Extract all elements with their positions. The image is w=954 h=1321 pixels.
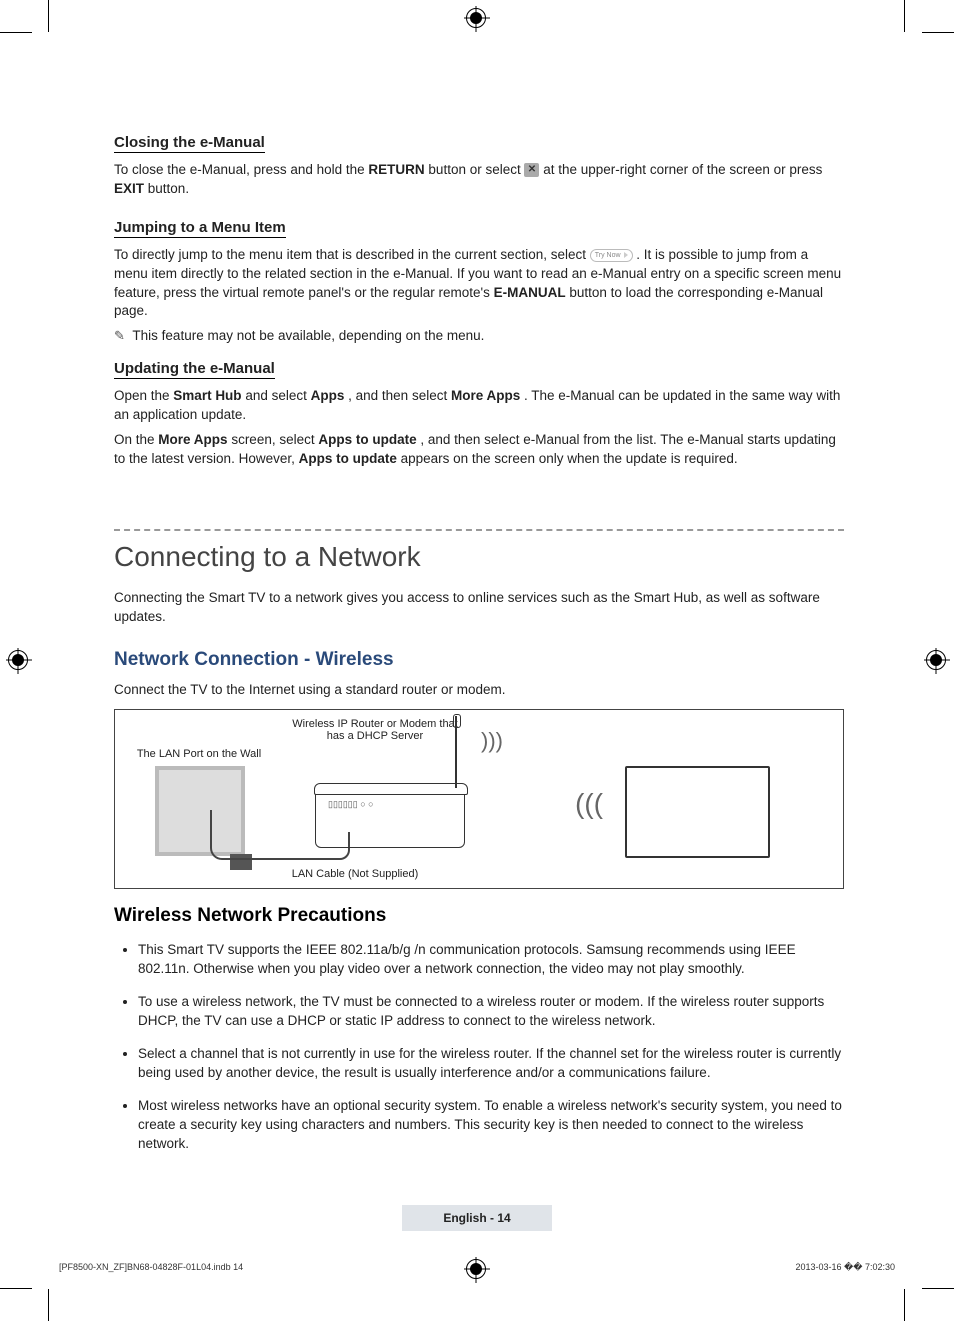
page-number: English - 14	[402, 1205, 552, 1231]
precautions-list: This Smart TV supports the IEEE 802.11a/…	[114, 941, 844, 1153]
list-item: Select a channel that is not currently i…	[138, 1045, 844, 1083]
apps-label: Apps	[311, 388, 345, 403]
text: and select	[245, 388, 310, 403]
close-icon: ✕	[524, 163, 539, 177]
text: appears on the screen only when the upda…	[401, 451, 738, 466]
cropmark	[0, 32, 32, 33]
diagram-cable	[320, 848, 350, 860]
registration-mark-icon	[926, 650, 946, 670]
note-icon: ✎	[114, 327, 125, 345]
list-item: To use a wireless network, the TV must b…	[138, 993, 844, 1031]
cropmark	[904, 1289, 905, 1321]
antenna-icon	[455, 716, 457, 788]
heading-updating: Updating the e-Manual	[114, 360, 275, 379]
registration-mark-icon	[466, 8, 486, 28]
heading-jumping: Jumping to a Menu Item	[114, 219, 286, 238]
diagram-router-label: Wireless IP Router or Modem that has a D…	[285, 718, 465, 742]
radio-waves-icon: )))	[575, 788, 603, 820]
text: at the upper-right corner of the screen …	[543, 162, 822, 177]
text: , and then select	[348, 388, 451, 403]
cropmark	[48, 1289, 49, 1321]
radio-waves-icon: )))	[481, 728, 503, 754]
note-jumping: ✎ This feature may not be available, dep…	[114, 327, 844, 346]
text: Open the	[114, 388, 173, 403]
emanual-label: E-MANUAL	[494, 285, 566, 300]
divider	[114, 529, 844, 531]
text: button.	[148, 181, 189, 196]
para-network-intro: Connecting the Smart TV to a network giv…	[114, 589, 844, 627]
para-closing: To close the e-Manual, press and hold th…	[114, 161, 844, 199]
para-jumping: To directly jump to the menu item that i…	[114, 246, 844, 322]
diagram-lan-wall-label: The LAN Port on the Wall	[129, 748, 269, 760]
cropmark	[922, 1288, 954, 1289]
exit-label: EXIT	[114, 181, 144, 196]
para-updating-1: Open the Smart Hub and select Apps , and…	[114, 387, 844, 425]
page-content: Closing the e-Manual To close the e-Manu…	[114, 120, 844, 1167]
cropmark	[48, 0, 49, 32]
print-footer: [PF8500-XN_ZF]BN68-04828F-01L04.indb 14 …	[55, 1262, 899, 1273]
cropmark	[0, 1288, 32, 1289]
cropmark	[904, 0, 905, 32]
registration-mark-icon	[8, 650, 28, 670]
cropmark	[922, 32, 954, 33]
tv-icon	[625, 766, 770, 858]
list-item: Most wireless networks have an optional …	[138, 1097, 844, 1154]
return-label: RETURN	[368, 162, 424, 177]
text: button or select	[428, 162, 524, 177]
text: On the	[114, 432, 158, 447]
text: screen, select	[231, 432, 318, 447]
heading-closing: Closing the e-Manual	[114, 134, 265, 153]
moreapps-label: More Apps	[158, 432, 227, 447]
smarthub-label: Smart Hub	[173, 388, 241, 403]
wireless-diagram: Wireless IP Router or Modem that has a D…	[114, 709, 844, 889]
para-updating-2: On the More Apps screen, select Apps to …	[114, 431, 844, 469]
appstoupdate-label: Apps to update	[318, 432, 416, 447]
diagram-cable	[210, 810, 320, 860]
router-icon: ▯▯▯▯▯▯ ○ ○	[315, 788, 465, 848]
text: To close the e-Manual, press and hold th…	[114, 162, 368, 177]
moreapps-label: More Apps	[451, 388, 520, 403]
diagram-cable-label: LAN Cable (Not Supplied)	[275, 868, 435, 880]
footer-timestamp: 2013-03-16 �� 7:02:30	[795, 1262, 895, 1273]
text: To directly jump to the menu item that i…	[114, 247, 590, 262]
list-item: This Smart TV supports the IEEE 802.11a/…	[138, 941, 844, 979]
note-text: This feature may not be available, depen…	[132, 328, 484, 343]
heading-network: Connecting to a Network	[114, 541, 844, 573]
footer-filepath: [PF8500-XN_ZF]BN68-04828F-01L04.indb 14	[59, 1262, 243, 1273]
para-wireless: Connect the TV to the Internet using a s…	[114, 681, 844, 700]
trynow-icon: Try Now	[590, 249, 633, 262]
heading-precautions: Wireless Network Precautions	[114, 905, 844, 927]
heading-wireless: Network Connection - Wireless	[114, 649, 844, 671]
appstoupdate-label: Apps to update	[299, 451, 397, 466]
